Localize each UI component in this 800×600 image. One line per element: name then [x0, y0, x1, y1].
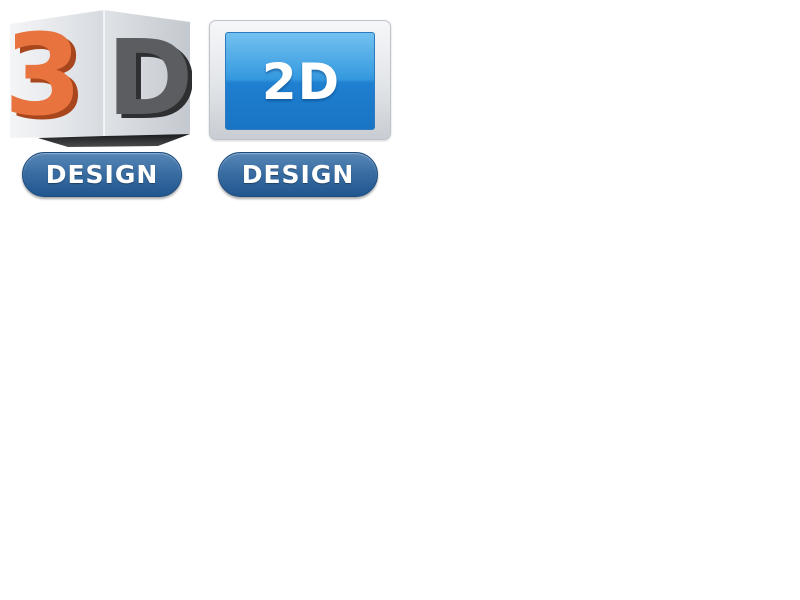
panel-2d: 2D: [225, 32, 375, 130]
numeral-3: 3: [8, 11, 82, 141]
frame-2d: 2D: [209, 20, 391, 140]
cube-icon: 3 3 D D: [8, 10, 192, 147]
logo-2d-design: 2D DESIGN: [209, 20, 391, 200]
design-badge-3d-label: DESIGN: [45, 160, 159, 189]
letter-d: D: [107, 17, 192, 139]
design-badge-3d: DESIGN: [22, 152, 182, 197]
title-2d: 2D: [261, 53, 341, 111]
design-badge-2d: DESIGN: [218, 152, 378, 197]
design-badge-2d-label: DESIGN: [241, 160, 355, 189]
logo-3d-design: 3 3 D D DESIGN: [8, 8, 192, 200]
